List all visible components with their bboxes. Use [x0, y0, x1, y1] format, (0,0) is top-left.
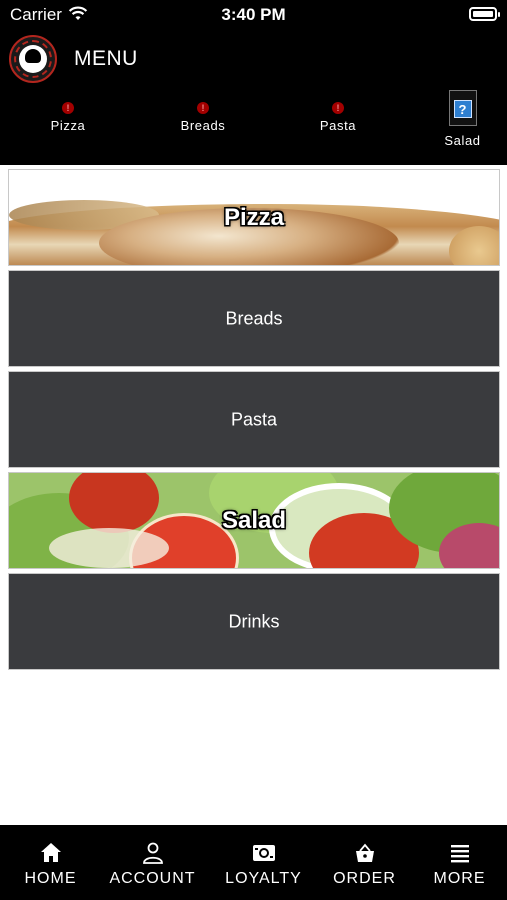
question-image-icon: ? [448, 90, 477, 126]
tab-label: HOME [24, 870, 77, 887]
category-salad[interactable]: ? Salad [418, 86, 507, 165]
category-label: Salad [444, 133, 481, 148]
status-bar: Carrier 3:40 PM [0, 0, 507, 30]
category-label: Breads [180, 118, 226, 133]
category-label: Pizza [50, 118, 86, 133]
category-pizza[interactable]: ! Pizza [13, 86, 123, 165]
tab-more[interactable]: MORE [409, 825, 507, 900]
basket-icon [353, 841, 377, 865]
alert-dot-icon: ! [332, 102, 344, 114]
tab-account[interactable]: ACCOUNT [102, 825, 203, 900]
restaurant-logo[interactable] [9, 35, 57, 83]
menu-item-label: Breads [225, 308, 283, 328]
page-title: MENU [74, 47, 138, 70]
menu-item-breads[interactable]: Breads [8, 270, 500, 367]
menu-item-label: Drinks [228, 611, 280, 631]
menu-item-pasta[interactable]: Pasta [8, 371, 500, 468]
menu-item-pizza[interactable]: Pizza [8, 169, 500, 266]
clock: 3:40 PM [221, 5, 286, 24]
loyalty-ticket-icon [252, 841, 276, 865]
tab-loyalty[interactable]: LOYALTY [213, 825, 314, 900]
tab-label: MORE [433, 870, 486, 887]
user-icon [141, 841, 165, 865]
category-strip: ! Pizza ! Breads ! Pasta ? Salad [0, 86, 507, 165]
menu-item-label: Pizza [223, 203, 285, 231]
tab-bar: HOME ACCOUNT LOYALTY ORDER MORE [0, 825, 507, 900]
menu-item-drinks[interactable]: Drinks [8, 573, 500, 670]
hamburger-menu-icon [448, 841, 472, 865]
category-label: Pasta [319, 118, 357, 133]
home-icon [39, 841, 63, 865]
category-breads[interactable]: ! Breads [148, 86, 258, 165]
tab-label: ORDER [333, 870, 396, 887]
category-pasta[interactable]: ! Pasta [283, 86, 393, 165]
menu-item-label: Salad [221, 506, 287, 534]
menu-item-salad[interactable]: Salad [8, 472, 500, 569]
tab-label: ACCOUNT [109, 870, 196, 887]
tab-home[interactable]: HOME [0, 825, 101, 900]
alert-dot-icon: ! [197, 102, 209, 114]
tab-order[interactable]: ORDER [314, 825, 415, 900]
battery-icon [469, 7, 500, 21]
menu-item-label: Pasta [230, 409, 278, 429]
tab-label: LOYALTY [225, 870, 302, 887]
alert-dot-icon: ! [62, 102, 74, 114]
app-header: MENU [0, 30, 507, 86]
